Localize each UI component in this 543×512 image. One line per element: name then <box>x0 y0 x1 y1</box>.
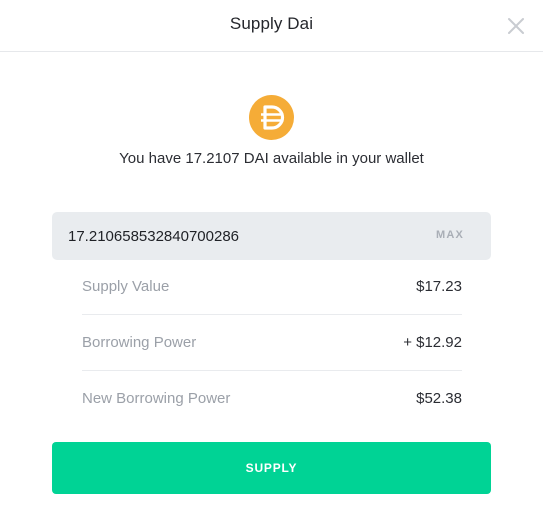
supply-button[interactable]: SUPPLY <box>52 442 491 494</box>
summary-row: New Borrowing Power $52.38 <box>82 371 462 427</box>
close-icon[interactable] <box>506 16 526 36</box>
summary-value: $52.38 <box>416 390 462 407</box>
wallet-balance-text: You have 17.2107 DAI available in your w… <box>119 150 424 167</box>
summary-row: Supply Value $17.23 <box>82 259 462 315</box>
modal-title: Supply Dai <box>229 14 314 33</box>
summary-value: $17.23 <box>416 278 462 295</box>
summary-label: Borrowing Power <box>82 334 197 351</box>
summary-row: Borrowing Power + $12.92 <box>82 315 462 371</box>
dai-token-icon <box>249 95 294 140</box>
modal-header: Supply Dai <box>0 0 543 52</box>
summary-value: + $12.92 <box>403 334 462 351</box>
max-button[interactable]: MAX <box>436 229 464 241</box>
supply-summary: Supply Value $17.23 Borrowing Power + $1… <box>82 259 462 427</box>
supply-modal: Supply Dai You have 17.2107 DAI availabl… <box>0 0 543 512</box>
amount-field: MAX <box>52 212 491 260</box>
amount-input[interactable] <box>68 212 408 260</box>
summary-label: Supply Value <box>82 278 170 295</box>
summary-label: New Borrowing Power <box>82 390 231 407</box>
